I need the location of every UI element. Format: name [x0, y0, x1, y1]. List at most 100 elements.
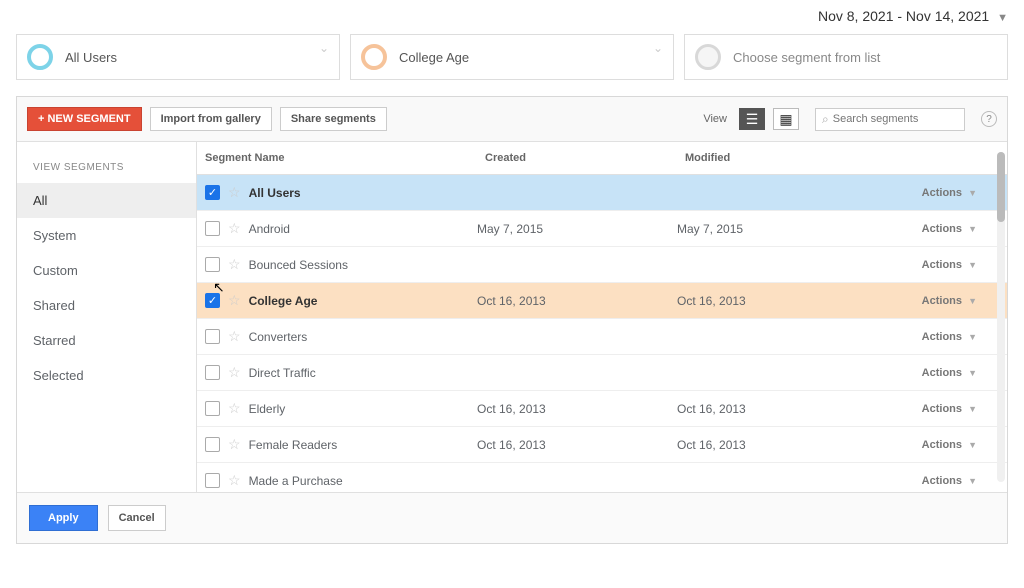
scrollbar-thumb[interactable]	[997, 152, 1005, 222]
star-icon[interactable]: ☆	[228, 184, 241, 201]
view-grid-button[interactable]: ▦	[773, 108, 799, 130]
actions-menu[interactable]: Actions ▼	[867, 367, 1007, 379]
table-row[interactable]: ☆Female ReadersOct 16, 2013Oct 16, 2013A…	[197, 427, 1007, 463]
created-cell: May 7, 2015	[477, 222, 677, 236]
search-icon: ⌕	[822, 112, 829, 127]
star-icon[interactable]: ☆	[228, 364, 241, 381]
actions-menu[interactable]: Actions ▼	[867, 475, 1007, 487]
modified-cell: Oct 16, 2013	[677, 294, 867, 308]
table-row[interactable]: ✓ ☆ All Users Actions ▼	[197, 175, 1007, 211]
sidebar-item-shared[interactable]: Shared	[17, 288, 196, 323]
modified-cell: Oct 16, 2013	[677, 438, 867, 452]
actions-menu[interactable]: Actions ▼	[867, 403, 1007, 415]
star-icon[interactable]: ☆	[228, 400, 241, 417]
circle-icon	[27, 44, 53, 70]
chevron-down-icon: ▼	[968, 224, 977, 234]
segment-chips: All Users ⌄ College Age ⌄ Choose segment…	[0, 34, 1024, 96]
actions-menu[interactable]: Actions ▼	[867, 439, 1007, 451]
checkbox[interactable]	[205, 365, 220, 380]
sidebar-item-all[interactable]: All	[17, 183, 196, 218]
share-segments-button[interactable]: Share segments	[280, 107, 387, 131]
star-icon[interactable]: ☆	[228, 220, 241, 237]
table-row[interactable]: ✓☆College AgeOct 16, 2013Oct 16, 2013Act…	[197, 283, 1007, 319]
table-row[interactable]: ☆ElderlyOct 16, 2013Oct 16, 2013Actions …	[197, 391, 1007, 427]
search-input[interactable]	[833, 113, 958, 125]
cancel-button[interactable]: Cancel	[108, 505, 166, 531]
table-row[interactable]: ☆ Bounced Sessions Actions ▼	[197, 247, 1007, 283]
checkbox[interactable]	[205, 257, 220, 272]
actions-menu[interactable]: Actions ▼	[867, 223, 1007, 235]
col-modified: Modified	[677, 142, 867, 174]
checkbox[interactable]	[205, 437, 220, 452]
table-row[interactable]: ☆ Direct Traffic Actions ▼	[197, 355, 1007, 391]
chip-label: All Users	[65, 50, 117, 65]
table-row[interactable]: ☆Made a Purchase Actions ▼	[197, 463, 1007, 492]
panel-body: VIEW SEGMENTS AllSystemCustomSharedStarr…	[17, 142, 1007, 492]
created-cell: Oct 16, 2013	[477, 294, 677, 308]
table-row[interactable]: ☆Converters Actions ▼	[197, 319, 1007, 355]
name-cell: ☆Converters	[197, 328, 477, 345]
name-cell: ☆Made a Purchase	[197, 472, 477, 489]
chevron-down-icon: ▼	[968, 368, 977, 378]
name-cell: ☆ Bounced Sessions	[197, 256, 477, 273]
name-cell: ✓ ☆ All Users	[197, 184, 477, 201]
sidebar-item-system[interactable]: System	[17, 218, 196, 253]
actions-menu[interactable]: Actions ▼	[867, 295, 1007, 307]
chevron-down-icon: ⌄	[319, 41, 329, 55]
chip-label: College Age	[399, 50, 469, 65]
sidebar-item-custom[interactable]: Custom	[17, 253, 196, 288]
segment-chip-choose[interactable]: Choose segment from list	[684, 34, 1008, 80]
star-icon[interactable]: ☆	[228, 328, 241, 345]
sidebar: VIEW SEGMENTS AllSystemCustomSharedStarr…	[17, 142, 197, 492]
name-cell: ☆ Elderly	[197, 400, 477, 417]
checkbox[interactable]: ✓	[205, 185, 220, 200]
name-cell: ☆Android	[197, 220, 477, 237]
modified-cell: Oct 16, 2013	[677, 402, 867, 416]
actions-menu[interactable]: Actions ▼	[867, 187, 1007, 199]
date-range-text: Nov 8, 2021 - Nov 14, 2021	[818, 8, 989, 24]
star-icon[interactable]: ☆	[228, 292, 241, 309]
date-range[interactable]: Nov 8, 2021 - Nov 14, 2021 ▼	[0, 0, 1024, 34]
new-segment-button[interactable]: + NEW SEGMENT	[27, 107, 142, 131]
col-name: Segment Name	[197, 142, 477, 174]
segment-name: All Users	[249, 186, 301, 200]
chevron-down-icon: ▼	[968, 296, 977, 306]
segment-chip-college-age[interactable]: College Age ⌄	[350, 34, 674, 80]
chevron-down-icon: ▼	[997, 12, 1008, 24]
scrollbar[interactable]	[997, 152, 1005, 482]
circle-icon	[361, 44, 387, 70]
apply-button[interactable]: Apply	[29, 505, 98, 531]
segments-panel: + NEW SEGMENT Import from gallery Share …	[16, 96, 1008, 544]
sidebar-item-selected[interactable]: Selected	[17, 358, 196, 393]
star-icon[interactable]: ☆	[228, 472, 241, 489]
created-cell: Oct 16, 2013	[477, 438, 677, 452]
segment-name: Bounced Sessions	[249, 258, 348, 272]
name-cell: ☆ Female Readers	[197, 436, 477, 453]
checkbox[interactable]	[205, 473, 220, 488]
name-cell: ☆ Direct Traffic	[197, 364, 477, 381]
import-gallery-button[interactable]: Import from gallery	[150, 107, 272, 131]
chip-label: Choose segment from list	[733, 50, 880, 65]
segment-chip-all-users[interactable]: All Users ⌄	[16, 34, 340, 80]
star-icon[interactable]: ☆	[228, 256, 241, 273]
segment-name: Direct Traffic	[249, 366, 316, 380]
chevron-down-icon: ▼	[968, 260, 977, 270]
checkbox[interactable]	[205, 401, 220, 416]
help-icon[interactable]: ?	[981, 111, 997, 127]
actions-menu[interactable]: Actions ▼	[867, 259, 1007, 271]
view-list-button[interactable]: ☰	[739, 108, 765, 130]
star-icon[interactable]: ☆	[228, 436, 241, 453]
name-cell: ✓☆College Age	[197, 292, 477, 309]
segments-table: Segment Name Created Modified ✓ ☆ All User…	[197, 142, 1007, 492]
actions-menu[interactable]: Actions ▼	[867, 331, 1007, 343]
segment-name: Elderly	[249, 402, 286, 416]
sidebar-item-starred[interactable]: Starred	[17, 323, 196, 358]
search-box[interactable]: ⌕	[815, 108, 965, 131]
segment-name: Female Readers	[249, 438, 338, 452]
checkbox[interactable]	[205, 221, 220, 236]
checkbox[interactable]	[205, 329, 220, 344]
checkbox[interactable]: ✓	[205, 293, 220, 308]
table-row[interactable]: ☆AndroidMay 7, 2015May 7, 2015Actions ▼	[197, 211, 1007, 247]
chevron-down-icon: ▼	[968, 188, 977, 198]
table-header: Segment Name Created Modified	[197, 142, 1007, 175]
